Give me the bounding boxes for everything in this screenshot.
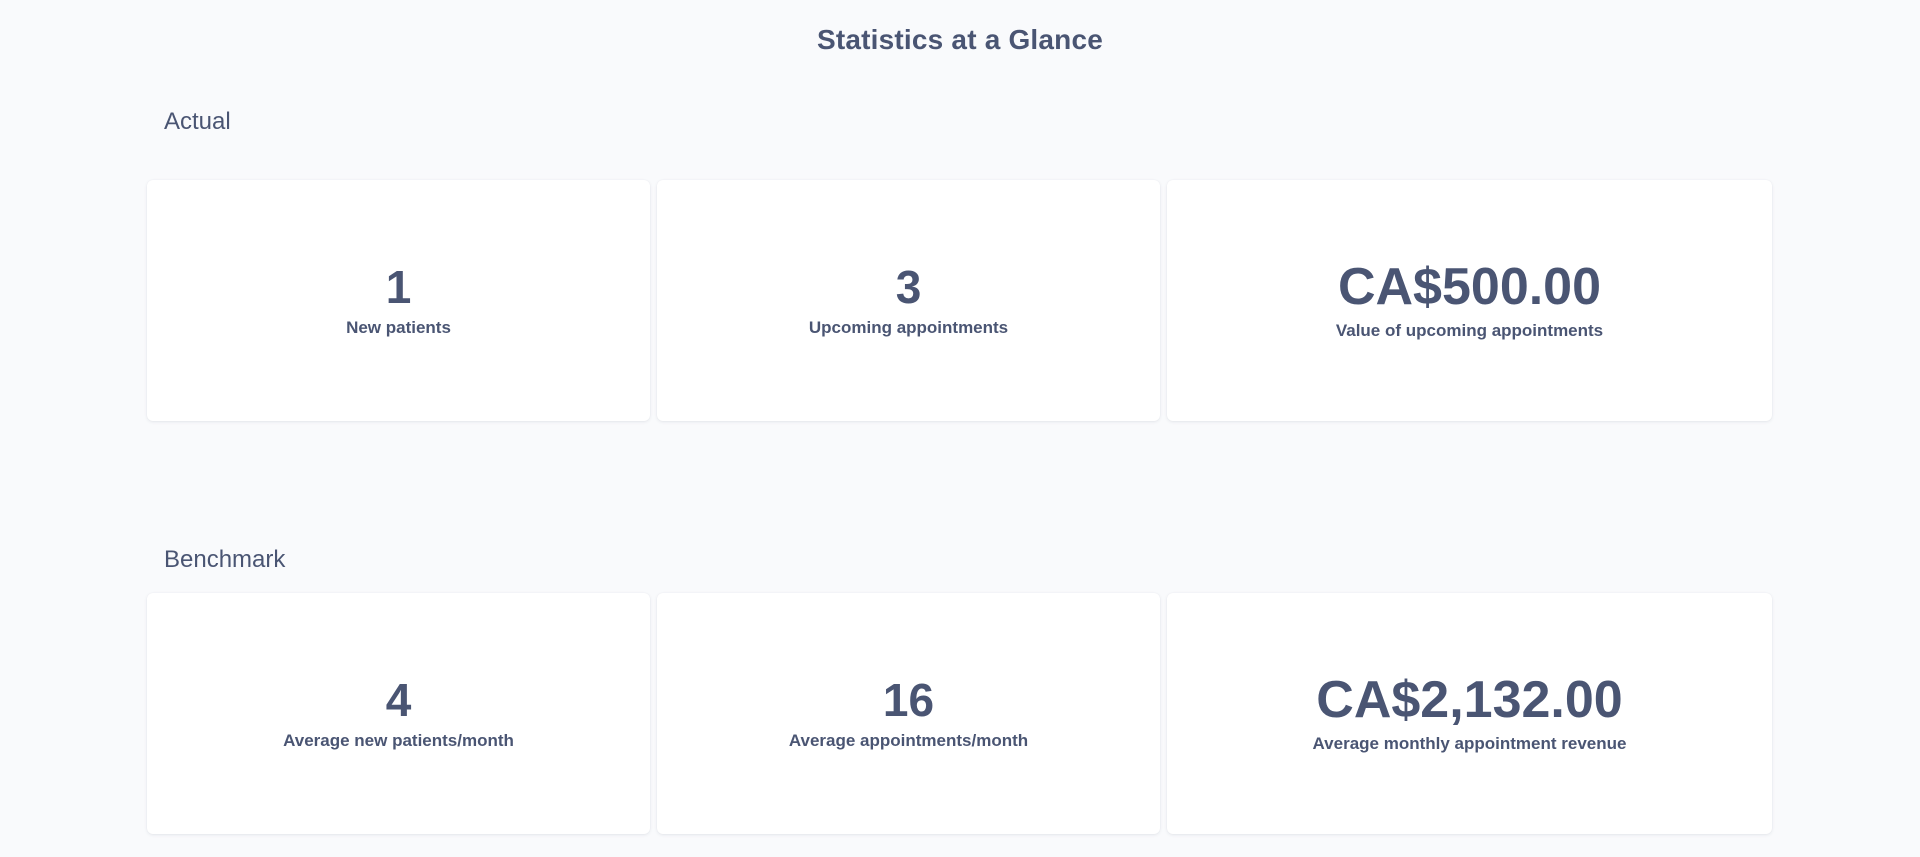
benchmark-stats-row: 4 Average new patients/month 16 Average … — [147, 593, 1772, 834]
stat-card-upcoming-appointments: 3 Upcoming appointments — [657, 180, 1160, 421]
stat-value: CA$500.00 — [1337, 258, 1602, 317]
actual-stats-row: 1 New patients 3 Upcoming appointments C… — [147, 180, 1772, 421]
stat-card-avg-appointments: 16 Average appointments/month — [657, 593, 1160, 834]
stat-card-new-patients: 1 New patients — [147, 180, 650, 421]
stat-card-upcoming-value: CA$500.00 Value of upcoming appointments — [1167, 180, 1772, 421]
stat-label: Upcoming appointments — [808, 317, 1009, 337]
section-heading-benchmark: Benchmark — [164, 546, 286, 573]
stat-label: New patients — [346, 317, 451, 337]
stat-value: CA$2,132.00 — [1316, 671, 1623, 730]
stat-value: 4 — [385, 674, 412, 727]
page-title: Statistics at a Glance — [816, 24, 1104, 55]
statistics-page: Statistics at a Glance Actual 1 New pati… — [0, 0, 1920, 857]
stat-label: Average monthly appointment revenue — [1312, 733, 1627, 753]
stat-card-avg-new-patients: 4 Average new patients/month — [147, 593, 650, 834]
stat-value: 16 — [882, 674, 935, 727]
stat-value: 1 — [385, 261, 412, 314]
stat-label: Value of upcoming appointments — [1335, 320, 1604, 340]
stat-card-avg-revenue: CA$2,132.00 Average monthly appointment … — [1167, 593, 1772, 834]
section-heading-actual: Actual — [164, 108, 231, 135]
stat-label: Average appointments/month — [788, 730, 1029, 750]
stat-label: Average new patients/month — [283, 730, 514, 750]
stat-value: 3 — [895, 261, 922, 314]
